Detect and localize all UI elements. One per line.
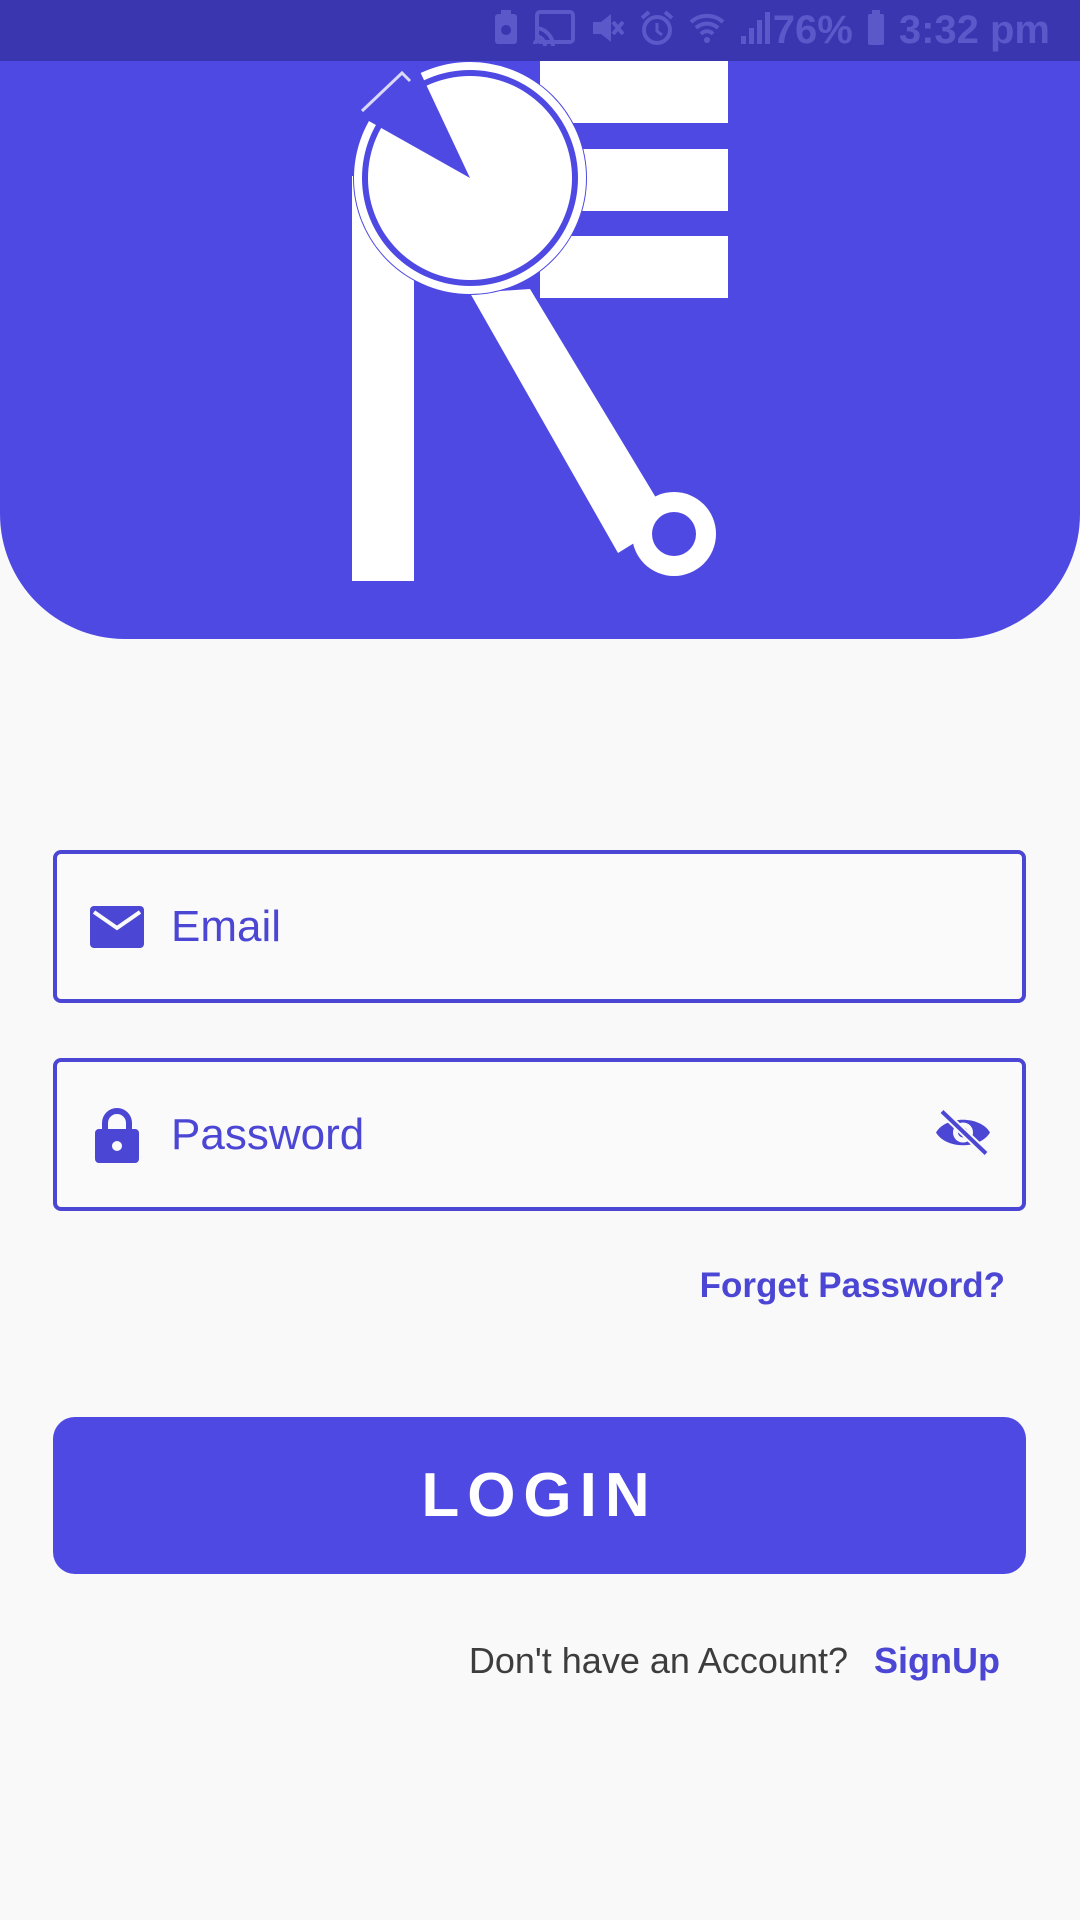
- password-field[interactable]: Password: [53, 1058, 1026, 1211]
- signal-icon: [739, 10, 773, 51]
- visibility-off-icon[interactable]: [934, 1108, 992, 1160]
- app-logo: [352, 61, 728, 581]
- wifi-icon: [689, 10, 725, 51]
- header-banner: [0, 61, 1080, 639]
- forget-password-link[interactable]: Forget Password?: [700, 1266, 1005, 1306]
- login-button[interactable]: LOGIN: [53, 1417, 1026, 1574]
- status-bar: 76% 3:32 pm: [0, 0, 1080, 61]
- email-input: Email: [171, 901, 282, 951]
- battery-percent: 76%: [772, 8, 853, 52]
- signup-row: Don't have an Account? SignUp: [469, 1640, 1000, 1682]
- battery-charging-icon: [867, 10, 885, 51]
- lock-icon: [87, 1107, 147, 1163]
- email-field[interactable]: Email: [53, 850, 1026, 1003]
- signup-prompt: Don't have an Account?: [468, 1640, 849, 1681]
- battery-saver-icon: [493, 10, 519, 51]
- mail-icon: [87, 905, 147, 948]
- mute-icon: [589, 10, 625, 51]
- cast-icon: [532, 10, 575, 51]
- clock: 3:32 pm: [898, 8, 1050, 52]
- alarm-icon: [639, 10, 675, 51]
- signup-link[interactable]: SignUp: [874, 1640, 1000, 1682]
- password-input: Password: [171, 1109, 365, 1159]
